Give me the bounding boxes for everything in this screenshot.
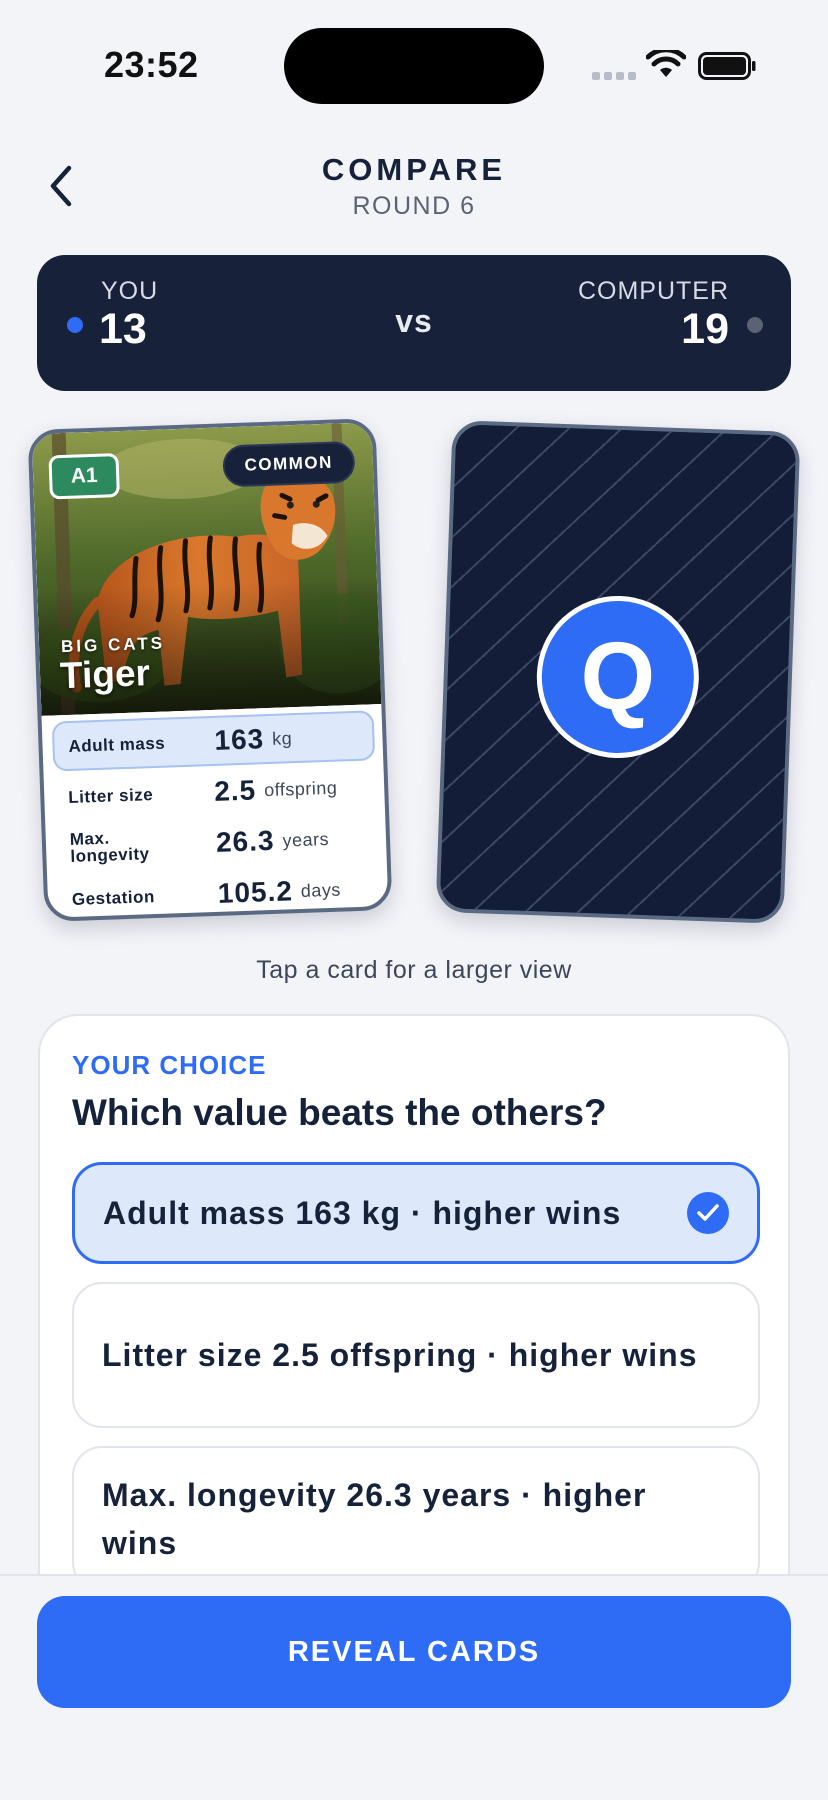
choice-question: Which value beats the others?: [72, 1092, 607, 1133]
stat-unit: offspring: [263, 777, 338, 800]
card-id-badge: A1: [48, 453, 120, 500]
stat-name: Max. longevity: [69, 828, 150, 866]
status-time: 23:52: [104, 44, 199, 85]
option-label: Adult mass 163 kg · higher wins: [103, 1195, 622, 1231]
stat-value: 163: [213, 723, 265, 756]
player-card[interactable]: A1 COMMON BIG CATS Tiger Adult mass 163 …: [27, 418, 393, 922]
stat-value: 26.3: [215, 824, 276, 858]
battery-icon: [698, 52, 756, 80]
round-label: ROUND 6: [352, 192, 476, 220]
scoreboard: YOU 13 vs COMPUTER 19: [37, 255, 791, 391]
bottom-action-bar: REVEAL CARDS: [0, 1574, 828, 1800]
player-label: YOU: [101, 277, 159, 305]
page-title: COMPARE: [321, 152, 507, 187]
wifi-icon: [646, 50, 686, 77]
stat-value: 105.2: [217, 875, 294, 909]
dynamic-island: [284, 28, 544, 104]
checkmark-icon: [687, 1192, 729, 1234]
stat-name: Litter size: [68, 784, 154, 807]
choice-panel: YOUR CHOICE Which value beats the others…: [38, 1014, 790, 1614]
option-max-longevity[interactable]: Max. longevity 26.3 years · higher wins: [72, 1446, 760, 1592]
stat-name: Gestation: [71, 886, 156, 909]
computer-card[interactable]: Q: [435, 420, 801, 924]
option-label: Max. longevity 26.3 years · higher wins: [102, 1477, 647, 1561]
option-adult-mass[interactable]: Adult mass 163 kg · higher wins: [72, 1162, 760, 1264]
stat-name: Adult mass: [68, 733, 166, 756]
hint-text: Tap a card for a larger view: [256, 956, 572, 984]
card-name: Tiger: [59, 652, 151, 697]
choice-overline: YOUR CHOICE: [72, 1050, 267, 1080]
versus-label: vs: [395, 303, 433, 339]
card-stats: Adult mass 163 kg Litter size 2.5 offspr…: [51, 710, 381, 922]
stat-unit: kg: [271, 727, 293, 749]
reveal-cards-button[interactable]: REVEAL CARDS: [37, 1596, 791, 1708]
rarity-badge: COMMON: [221, 440, 356, 488]
stat-row-gestation[interactable]: Gestation 105.2 days: [57, 863, 381, 922]
cellular-signal-icon: [592, 72, 636, 80]
stat-unit: years: [282, 828, 330, 851]
option-label: Litter size 2.5 offspring · higher wins: [102, 1337, 698, 1373]
option-litter-size[interactable]: Litter size 2.5 offspring · higher wins: [72, 1282, 760, 1428]
computer-indicator-dot: [747, 317, 763, 333]
stat-value: 2.5: [213, 774, 257, 807]
computer-score: 19: [681, 305, 729, 353]
stat-unit: days: [300, 879, 342, 901]
computer-label: COMPUTER: [577, 277, 729, 305]
status-bar: 23:52: [0, 0, 828, 130]
